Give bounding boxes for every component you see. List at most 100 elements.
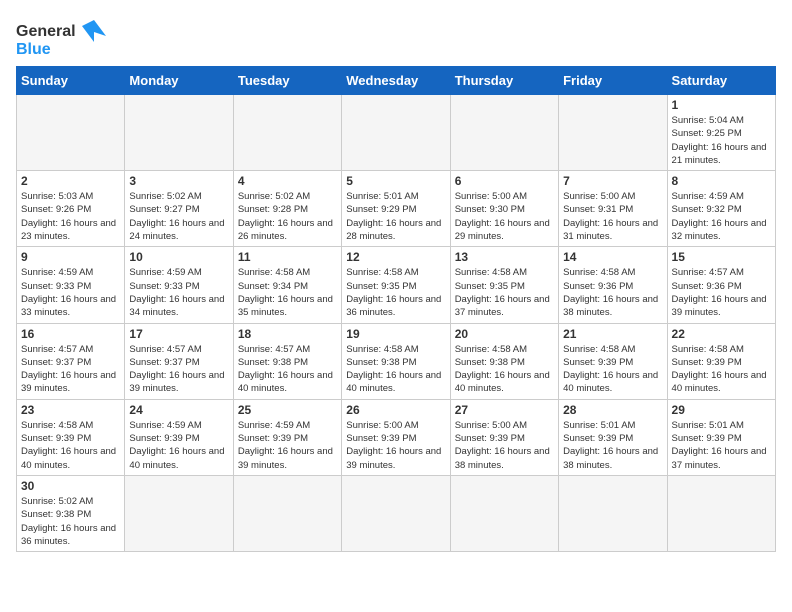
day-info: Sunrise: 4:58 AMSunset: 9:38 PMDaylight:…: [346, 343, 445, 396]
generalblue-logo-icon: General Blue: [16, 16, 106, 58]
day-number: 9: [21, 250, 120, 264]
day-info: Sunrise: 5:00 AMSunset: 9:31 PMDaylight:…: [563, 190, 662, 243]
svg-text:General: General: [16, 23, 76, 40]
calendar-day-25: 25 Sunrise: 4:59 AMSunset: 9:39 PMDayligh…: [233, 399, 341, 475]
day-of-week-friday: Friday: [559, 67, 667, 95]
day-number: 12: [346, 250, 445, 264]
calendar-day-7: 7 Sunrise: 5:00 AMSunset: 9:31 PMDaylight…: [559, 171, 667, 247]
calendar-day-8: 8Sunrise: 4:59 AMSunset: 9:32 PMDaylight…: [667, 171, 775, 247]
day-number: 26: [346, 403, 445, 417]
calendar-empty-cell: [450, 475, 558, 551]
calendar-day-27: 27Sunrise: 5:00 AMSunset: 9:39 PMDayligh…: [450, 399, 558, 475]
calendar-week-row: 9 Sunrise: 4:59 AMSunset: 9:33 PMDaylight…: [17, 247, 776, 323]
day-info: Sunrise: 5:00 AMSunset: 9:39 PMDaylight:…: [455, 419, 554, 472]
calendar-week-row: 2Sunrise: 5:03 AMSunset: 9:26 PMDaylight…: [17, 171, 776, 247]
calendar-empty-cell: [125, 475, 233, 551]
day-info: Sunrise: 5:01 AMSunset: 9:29 PMDaylight:…: [346, 190, 445, 243]
calendar-week-row: 23 Sunrise: 4:58 AMSunset: 9:39 PMDayligh…: [17, 399, 776, 475]
calendar-day-29: 29Sunrise: 5:01 AMSunset: 9:39 PMDayligh…: [667, 399, 775, 475]
calendar-week-row: 16 Sunrise: 4:57 AMSunset: 9:37 PMDayligh…: [17, 323, 776, 399]
day-of-week-tuesday: Tuesday: [233, 67, 341, 95]
calendar-day-1: 1Sunrise: 5:04 AMSunset: 9:25 PMDaylight…: [667, 95, 775, 171]
calendar-empty-cell: [233, 475, 341, 551]
day-info: Sunrise: 5:02 AMSunset: 9:28 PMDaylight:…: [238, 190, 337, 243]
day-number: 14: [563, 250, 662, 264]
calendar-day-3: 3 Sunrise: 5:02 AMSunset: 9:27 PMDaylight…: [125, 171, 233, 247]
calendar-empty-cell: [342, 475, 450, 551]
calendar-day-10: 10Sunrise: 4:59 AMSunset: 9:33 PMDayligh…: [125, 247, 233, 323]
calendar-day-17: 17 Sunrise: 4:57 AMSunset: 9:37 PMDayligh…: [125, 323, 233, 399]
day-number: 24: [129, 403, 228, 417]
day-info: Sunrise: 4:57 AMSunset: 9:36 PMDaylight:…: [672, 266, 771, 319]
day-number: 13: [455, 250, 554, 264]
day-number: 11: [238, 250, 337, 264]
day-info: Sunrise: 4:59 AMSunset: 9:39 PMDaylight:…: [129, 419, 228, 472]
day-number: 4: [238, 174, 337, 188]
logo: General Blue: [16, 16, 106, 58]
calendar-day-28: 28Sunrise: 5:01 AMSunset: 9:39 PMDayligh…: [559, 399, 667, 475]
day-number: 1: [672, 98, 771, 112]
calendar-table: SundayMondayTuesdayWednesdayThursdayFrid…: [16, 66, 776, 552]
day-number: 6: [455, 174, 554, 188]
day-info: Sunrise: 4:58 AMSunset: 9:35 PMDaylight:…: [455, 266, 554, 319]
day-number: 28: [563, 403, 662, 417]
day-info: Sunrise: 4:58 AMSunset: 9:38 PMDaylight:…: [455, 343, 554, 396]
day-number: 2: [21, 174, 120, 188]
day-number: 23: [21, 403, 120, 417]
day-info: Sunrise: 4:59 AMSunset: 9:39 PMDaylight:…: [238, 419, 337, 472]
day-info: Sunrise: 4:58 AMSunset: 9:36 PMDaylight:…: [563, 266, 662, 319]
day-info: Sunrise: 4:59 AMSunset: 9:32 PMDaylight:…: [672, 190, 771, 243]
calendar-week-row: 1Sunrise: 5:04 AMSunset: 9:25 PMDaylight…: [17, 95, 776, 171]
day-info: Sunrise: 4:57 AMSunset: 9:38 PMDaylight:…: [238, 343, 337, 396]
calendar-day-4: 4 Sunrise: 5:02 AMSunset: 9:28 PMDaylight…: [233, 171, 341, 247]
calendar-empty-cell: [342, 95, 450, 171]
calendar-day-13: 13 Sunrise: 4:58 AMSunset: 9:35 PMDayligh…: [450, 247, 558, 323]
calendar-empty-cell: [450, 95, 558, 171]
day-number: 25: [238, 403, 337, 417]
day-number: 5: [346, 174, 445, 188]
day-of-week-wednesday: Wednesday: [342, 67, 450, 95]
calendar-empty-cell: [559, 95, 667, 171]
day-number: 19: [346, 327, 445, 341]
day-info: Sunrise: 5:00 AMSunset: 9:30 PMDaylight:…: [455, 190, 554, 243]
day-of-week-monday: Monday: [125, 67, 233, 95]
calendar-empty-cell: [125, 95, 233, 171]
calendar-day-2: 2Sunrise: 5:03 AMSunset: 9:26 PMDaylight…: [17, 171, 125, 247]
day-info: Sunrise: 4:58 AMSunset: 9:34 PMDaylight:…: [238, 266, 337, 319]
calendar-day-18: 18 Sunrise: 4:57 AMSunset: 9:38 PMDayligh…: [233, 323, 341, 399]
calendar-day-16: 16Sunrise: 4:57 AMSunset: 9:37 PMDayligh…: [17, 323, 125, 399]
calendar-day-9: 9Sunrise: 4:59 AMSunset: 9:33 PMDaylight…: [17, 247, 125, 323]
calendar-empty-cell: [667, 475, 775, 551]
day-number: 7: [563, 174, 662, 188]
calendar-day-21: 21Sunrise: 4:58 AMSunset: 9:39 PMDayligh…: [559, 323, 667, 399]
day-number: 21: [563, 327, 662, 341]
calendar-day-20: 20 Sunrise: 4:58 AMSunset: 9:38 PMDayligh…: [450, 323, 558, 399]
day-of-week-sunday: Sunday: [17, 67, 125, 95]
header: General Blue: [16, 16, 776, 58]
day-info: Sunrise: 4:59 AMSunset: 9:33 PMDaylight:…: [129, 266, 228, 319]
day-number: 22: [672, 327, 771, 341]
svg-text:Blue: Blue: [16, 41, 51, 58]
calendar-day-26: 26 Sunrise: 5:00 AMSunset: 9:39 PMDayligh…: [342, 399, 450, 475]
day-number: 17: [129, 327, 228, 341]
day-info: Sunrise: 4:58 AMSunset: 9:39 PMDaylight:…: [21, 419, 120, 472]
day-number: 3: [129, 174, 228, 188]
calendar-empty-cell: [233, 95, 341, 171]
calendar-empty-cell: [559, 475, 667, 551]
day-info: Sunrise: 4:58 AMSunset: 9:35 PMDaylight:…: [346, 266, 445, 319]
day-number: 18: [238, 327, 337, 341]
day-info: Sunrise: 4:57 AMSunset: 9:37 PMDaylight:…: [129, 343, 228, 396]
day-number: 20: [455, 327, 554, 341]
calendar-day-24: 24 Sunrise: 4:59 AMSunset: 9:39 PMDayligh…: [125, 399, 233, 475]
calendar-day-6: 6 Sunrise: 5:00 AMSunset: 9:30 PMDaylight…: [450, 171, 558, 247]
calendar-day-22: 22Sunrise: 4:58 AMSunset: 9:39 PMDayligh…: [667, 323, 775, 399]
calendar-day-5: 5 Sunrise: 5:01 AMSunset: 9:29 PMDaylight…: [342, 171, 450, 247]
calendar-day-23: 23 Sunrise: 4:58 AMSunset: 9:39 PMDayligh…: [17, 399, 125, 475]
day-info: Sunrise: 5:01 AMSunset: 9:39 PMDaylight:…: [672, 419, 771, 472]
day-number: 16: [21, 327, 120, 341]
calendar-day-19: 19 Sunrise: 4:58 AMSunset: 9:38 PMDayligh…: [342, 323, 450, 399]
day-info: Sunrise: 5:02 AMSunset: 9:27 PMDaylight:…: [129, 190, 228, 243]
day-of-week-thursday: Thursday: [450, 67, 558, 95]
day-info: Sunrise: 5:00 AMSunset: 9:39 PMDaylight:…: [346, 419, 445, 472]
day-number: 15: [672, 250, 771, 264]
